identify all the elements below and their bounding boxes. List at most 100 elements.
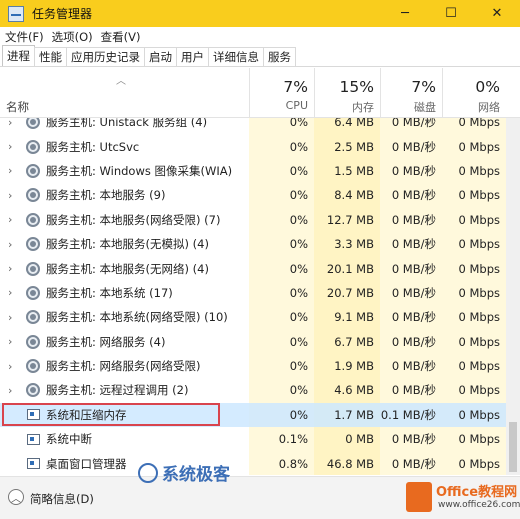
process-row[interactable]: › 服务主机: Windows 图像采集(WIA) 0% 1.5 MB 0 MB/秒 0 … xyxy=(0,159,506,183)
expand-chevron-icon[interactable]: › xyxy=(8,213,12,226)
disk-cell: 0 MB/秒 xyxy=(391,456,436,471)
gear-icon xyxy=(26,310,40,325)
menu-options[interactable]: 选项(O) xyxy=(49,29,96,45)
office-logo-icon xyxy=(406,482,432,512)
process-name: 服务主机: 本地服务 (9) xyxy=(46,188,166,203)
process-name: 服务主机: UtcSvc xyxy=(46,139,140,154)
window-title: 任务管理器 xyxy=(32,7,93,21)
process-row[interactable]: › 服务主机: 远程过程调用 (2) 0% 4.6 MB 0 MB/秒 0 Mbps xyxy=(0,378,506,402)
memory-cell: 1.7 MB xyxy=(334,407,374,422)
process-row[interactable]: › 服务主机: UtcSvc 0% 2.5 MB 0 MB/秒 0 Mbps xyxy=(0,134,506,158)
memory-cell: 1.5 MB xyxy=(334,163,374,178)
network-cell: 0 Mbps xyxy=(458,407,501,422)
gear-icon xyxy=(26,237,40,252)
process-row[interactable]: › 服务主机: 本地服务(网络受限) (7) 0% 12.7 MB 0 MB/秒 0 Mb… xyxy=(0,208,506,232)
cpu-column-header[interactable]: 7% CPU xyxy=(249,68,314,118)
tab-app-history[interactable]: 应用历史记录 xyxy=(66,47,145,66)
close-button[interactable]: ✕ xyxy=(474,0,520,27)
expand-chevron-icon[interactable]: › xyxy=(8,238,12,251)
memory-cell: 8.4 MB xyxy=(334,188,374,203)
name-column-header[interactable]: 名称 xyxy=(6,99,29,115)
expand-chevron-icon[interactable]: › xyxy=(8,286,12,299)
cpu-cell: 0% xyxy=(289,261,308,276)
cpu-cell: 0% xyxy=(289,188,308,203)
network-column-header[interactable]: 0% 网络 xyxy=(442,68,506,118)
gear-icon xyxy=(26,285,40,300)
tab-services[interactable]: 服务 xyxy=(263,47,296,66)
tab-strip: 进程 性能 应用历史记录 启动 用户 详细信息 服务 xyxy=(0,45,520,67)
process-name: 桌面窗口管理器 xyxy=(46,456,127,471)
cpu-cell: 0% xyxy=(289,212,308,227)
watermark-logo-icon xyxy=(138,462,158,483)
watermark-site2: Office教程网 www.office26.com xyxy=(402,478,520,516)
memory-cell: 20.7 MB xyxy=(326,285,374,300)
tab-startup[interactable]: 启动 xyxy=(144,47,177,66)
process-row[interactable]: 桌面窗口管理器 0.8% 46.8 MB 0 MB/秒 0 Mbps xyxy=(0,451,506,475)
cpu-total: 7% xyxy=(283,78,308,96)
process-row[interactable]: › 服务主机: 本地服务(无网络) (4) 0% 20.1 MB 0 MB/秒 0 Mbp… xyxy=(0,256,506,280)
tab-performance[interactable]: 性能 xyxy=(34,47,67,66)
process-name: 服务主机: 本地服务(无模拟) (4) xyxy=(46,237,209,252)
tab-details[interactable]: 详细信息 xyxy=(208,47,264,66)
process-row[interactable]: › 服务主机: 网络服务 (4) 0% 6.7 MB 0 MB/秒 0 Mbps xyxy=(0,330,506,354)
disk-total: 7% xyxy=(411,78,436,96)
expand-chevron-icon[interactable]: › xyxy=(8,262,12,275)
gear-icon xyxy=(26,261,40,276)
cpu-cell: 0.1% xyxy=(278,432,308,447)
gear-icon xyxy=(26,118,40,130)
expand-chevron-icon[interactable]: › xyxy=(8,360,12,373)
network-cell: 0 Mbps xyxy=(458,383,501,398)
network-cell: 0 Mbps xyxy=(458,261,501,276)
maximize-button[interactable]: ☐ xyxy=(428,0,474,27)
disk-cell: 0 MB/秒 xyxy=(391,359,436,374)
process-name: 服务主机: 本地系统(网络受限) (10) xyxy=(46,310,228,325)
memory-cell: 1.9 MB xyxy=(334,359,374,374)
process-name: 服务主机: Unistack 服务组 (4) xyxy=(46,118,208,130)
minimize-button[interactable]: ─ xyxy=(382,0,428,27)
network-cell: 0 Mbps xyxy=(458,163,501,178)
menu-file[interactable]: 文件(F) xyxy=(2,29,47,45)
watermark-site2-url: www.office26.com xyxy=(438,500,520,510)
gear-icon xyxy=(26,334,40,349)
watermark-site1: 系统极客 xyxy=(138,460,230,485)
memory-cell: 6.4 MB xyxy=(334,118,374,130)
sort-caret-icon[interactable]: ︿ xyxy=(116,72,126,87)
expand-chevron-icon[interactable]: › xyxy=(8,384,12,397)
disk-cell: 0 MB/秒 xyxy=(391,188,436,203)
process-row[interactable]: › 服务主机: 网络服务(网络受限) 0% 1.9 MB 0 MB/秒 0 Mbps xyxy=(0,354,506,378)
disk-cell: 0 MB/秒 xyxy=(391,261,436,276)
expand-chevron-icon[interactable]: › xyxy=(8,140,12,153)
disk-cell: 0 MB/秒 xyxy=(391,237,436,252)
expand-chevron-icon[interactable]: › xyxy=(8,118,12,129)
network-label: 网络 xyxy=(478,101,500,114)
expand-chevron-icon[interactable]: › xyxy=(8,189,12,202)
cpu-cell: 0% xyxy=(289,163,308,178)
collapse-chevron-icon[interactable]: ︿ xyxy=(8,489,24,505)
memory-column-header[interactable]: 15% 内存 xyxy=(314,68,380,118)
process-row[interactable]: › 服务主机: 本地系统(网络受限) (10) 0% 9.1 MB 0 MB/秒 0 Mb… xyxy=(0,305,506,329)
network-cell: 0 Mbps xyxy=(458,188,501,203)
tab-users[interactable]: 用户 xyxy=(176,47,209,66)
expand-chevron-icon[interactable]: › xyxy=(8,311,12,324)
process-name: 服务主机: 本地系统 (17) xyxy=(46,285,173,300)
gear-icon xyxy=(26,359,40,374)
memory-cell: 2.5 MB xyxy=(334,139,374,154)
title-bar: 任务管理器 ─ ☐ ✕ xyxy=(0,0,520,27)
process-row[interactable]: › 服务主机: Unistack 服务组 (4) 0% 6.4 MB 0 MB/秒 0 M… xyxy=(0,118,506,134)
network-cell: 0 Mbps xyxy=(458,139,501,154)
expand-chevron-icon[interactable]: › xyxy=(8,335,12,348)
fewer-details-button[interactable]: 简略信息(D) xyxy=(30,491,94,507)
menu-bar: 文件(F) 选项(O) 查看(V) xyxy=(0,27,520,46)
scrollbar-thumb[interactable] xyxy=(509,422,517,472)
menu-view[interactable]: 查看(V) xyxy=(98,29,144,45)
process-row[interactable]: › 服务主机: 本地系统 (17) 0% 20.7 MB 0 MB/秒 0 Mbps xyxy=(0,281,506,305)
expand-chevron-icon[interactable]: › xyxy=(8,164,12,177)
tab-processes[interactable]: 进程 xyxy=(2,45,35,66)
process-row[interactable]: › 服务主机: 本地服务 (9) 0% 8.4 MB 0 MB/秒 0 Mbps xyxy=(0,183,506,207)
cpu-cell: 0% xyxy=(289,310,308,325)
disk-column-header[interactable]: 7% 磁盘 xyxy=(380,68,442,118)
process-row[interactable]: 系统中断 0.1% 0 MB 0 MB/秒 0 Mbps xyxy=(0,427,506,451)
process-row[interactable]: › 服务主机: 本地服务(无模拟) (4) 0% 3.3 MB 0 MB/秒 0 Mbps xyxy=(0,232,506,256)
gear-icon xyxy=(26,163,40,178)
disk-cell: 0 MB/秒 xyxy=(391,285,436,300)
